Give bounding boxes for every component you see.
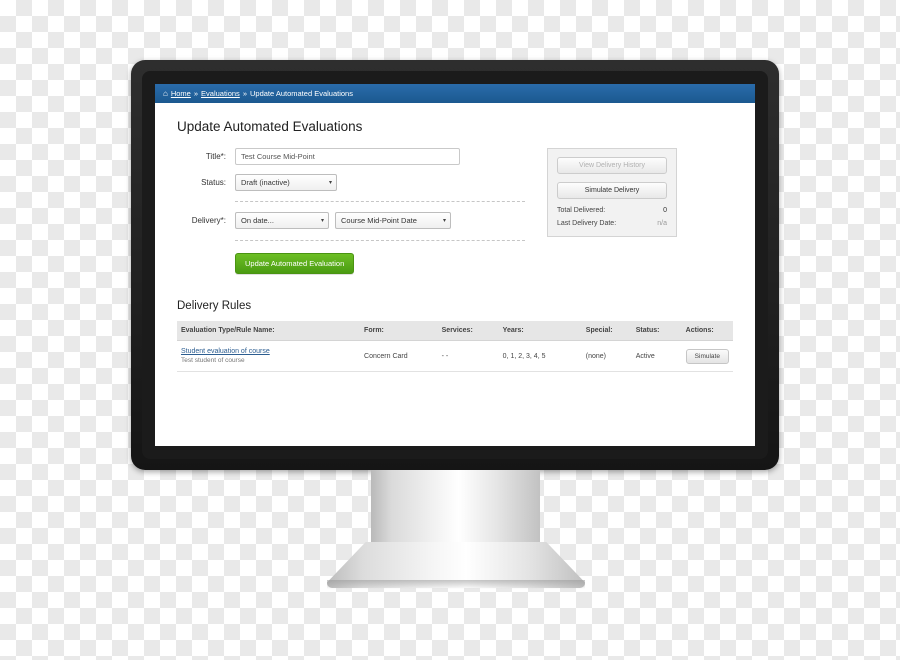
delivery-date-value: Course Mid-Point Date bbox=[341, 216, 417, 225]
delivery-when-value: On date... bbox=[241, 216, 274, 225]
table-header: Evaluation Type/Rule Name: Form: Service… bbox=[177, 321, 733, 341]
simulate-rule-button[interactable]: Simulate bbox=[685, 348, 729, 364]
title-input[interactable]: Test Course Mid-Point bbox=[235, 148, 460, 165]
cell-services: - - bbox=[437, 340, 499, 372]
cell-rule-name: Student evaluation of course Test studen… bbox=[177, 340, 361, 372]
table-header-row: Evaluation Type/Rule Name: Form: Service… bbox=[177, 321, 733, 341]
cell-special: (none) bbox=[581, 340, 632, 372]
title-field-row: Title*: Test Course Mid-Point bbox=[177, 148, 527, 165]
column-header-evaluation-type: Evaluation Type/Rule Name: bbox=[177, 321, 361, 341]
delivery-label: Delivery*: bbox=[191, 216, 226, 225]
chevron-down-icon: ▾ bbox=[328, 179, 332, 186]
screen: ⌂ Home » Evaluations » Update Automated … bbox=[155, 84, 755, 446]
breadcrumb-evaluations-link[interactable]: Evaluations bbox=[201, 89, 240, 98]
column-header-years: Years: bbox=[498, 321, 582, 341]
form-divider-1 bbox=[235, 201, 525, 202]
total-delivered-label: Total Delivered: bbox=[557, 207, 606, 214]
cell-actions: Simulate bbox=[681, 340, 733, 372]
table-row: Student evaluation of course Test studen… bbox=[177, 340, 733, 372]
status-field-row: Status: Draft (inactive) ▾ bbox=[177, 174, 527, 191]
delivery-rules-title: Delivery Rules bbox=[177, 300, 252, 312]
breadcrumb: ⌂ Home » Evaluations » Update Automated … bbox=[155, 84, 755, 103]
page-body: Update Automated Evaluations Title*: Tes… bbox=[155, 103, 755, 372]
status-label: Status: bbox=[201, 178, 226, 187]
breadcrumb-separator-2: » bbox=[242, 89, 247, 98]
delivery-date-select[interactable]: Course Mid-Point Date ▾ bbox=[335, 212, 451, 229]
column-header-actions: Actions: bbox=[681, 321, 733, 341]
title-label: Title*: bbox=[205, 152, 226, 161]
update-automated-evaluation-button[interactable]: Update Automated Evaluation bbox=[235, 253, 355, 274]
rule-name-link[interactable]: Student evaluation of course bbox=[181, 348, 356, 355]
image-canvas: ⌂ Home » Evaluations » Update Automated … bbox=[0, 0, 900, 660]
breadcrumb-home-link[interactable]: Home bbox=[171, 89, 191, 98]
cell-status: Active bbox=[631, 340, 682, 372]
rule-name-subtitle: Test student of course bbox=[181, 357, 245, 364]
chevron-down-icon: ▾ bbox=[442, 217, 446, 224]
monitor-frame: ⌂ Home » Evaluations » Update Automated … bbox=[131, 60, 779, 470]
monitor-stand-neck bbox=[371, 470, 540, 542]
last-delivery-row: Last Delivery Date: n/a bbox=[557, 220, 667, 227]
monitor-stand-shadow bbox=[327, 580, 585, 589]
breadcrumb-separator-1: » bbox=[193, 89, 199, 98]
simulate-delivery-button[interactable]: Simulate Delivery bbox=[557, 182, 667, 199]
last-delivery-value: n/a bbox=[657, 220, 667, 227]
view-delivery-history-button[interactable]: View Delivery History bbox=[557, 157, 667, 174]
evaluation-form: Title*: Test Course Mid-Point Status: Dr… bbox=[177, 148, 527, 274]
delivery-field-row: Delivery*: On date... ▾ Course Mid-Point… bbox=[177, 212, 527, 229]
page-title: Update Automated Evaluations bbox=[177, 119, 363, 134]
chevron-down-icon: ▾ bbox=[320, 217, 324, 224]
delivery-summary-panel: View Delivery History Simulate Delivery … bbox=[547, 148, 677, 237]
breadcrumb-current: Update Automated Evaluations bbox=[249, 89, 353, 98]
status-select[interactable]: Draft (inactive) ▾ bbox=[235, 174, 337, 191]
delivery-rules-table: Evaluation Type/Rule Name: Form: Service… bbox=[177, 321, 733, 372]
cell-form: Concern Card bbox=[360, 340, 438, 372]
monitor-bezel: ⌂ Home » Evaluations » Update Automated … bbox=[142, 71, 768, 459]
column-header-status: Status: bbox=[631, 321, 682, 341]
status-select-value: Draft (inactive) bbox=[241, 178, 290, 187]
last-delivery-label: Last Delivery Date: bbox=[557, 220, 617, 227]
column-header-form: Form: bbox=[360, 321, 438, 341]
delivery-when-select[interactable]: On date... ▾ bbox=[235, 212, 329, 229]
total-delivered-value: 0 bbox=[663, 207, 667, 214]
table-body: Student evaluation of course Test studen… bbox=[177, 340, 733, 372]
column-header-special: Special: bbox=[581, 321, 632, 341]
cell-years: 0, 1, 2, 3, 4, 5 bbox=[498, 340, 582, 372]
total-delivered-row: Total Delivered: 0 bbox=[557, 207, 667, 214]
form-and-sidebar-row: Title*: Test Course Mid-Point Status: Dr… bbox=[177, 148, 733, 274]
form-divider-2 bbox=[235, 240, 525, 241]
column-header-services: Services: bbox=[437, 321, 499, 341]
home-icon: ⌂ bbox=[163, 88, 168, 98]
